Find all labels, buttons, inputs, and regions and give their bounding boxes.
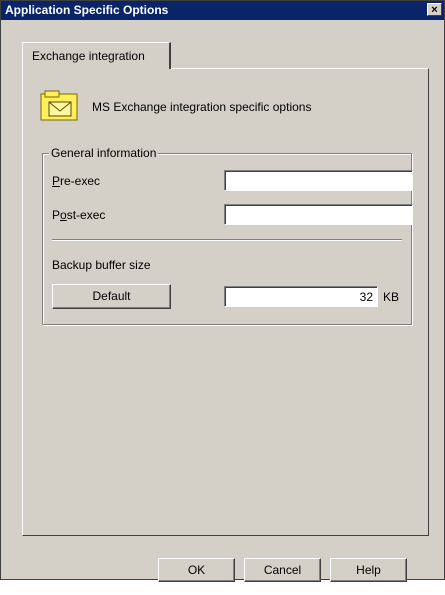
- post-exec-label: Post-exec: [52, 208, 105, 222]
- post-exec-input[interactable]: [224, 204, 413, 225]
- default-button[interactable]: Default: [52, 284, 171, 309]
- group-legend: General information: [49, 146, 159, 160]
- help-button[interactable]: Help: [330, 558, 407, 582]
- tab-label: Exchange integration: [32, 49, 145, 63]
- group-separator: [52, 239, 402, 241]
- buffer-size-unit: KB: [383, 290, 400, 304]
- header-text: MS Exchange integration specific options: [92, 100, 312, 114]
- buffer-size-input[interactable]: [224, 286, 378, 307]
- post-exec-label-first: P: [52, 208, 61, 222]
- envelope-folder-icon: [40, 90, 78, 121]
- pre-exec-label-rest: re-exec: [60, 174, 101, 188]
- tab-exchange-integration[interactable]: Exchange integration: [22, 42, 171, 69]
- window-title: Application Specific Options: [5, 3, 169, 17]
- buffer-size-label: Backup buffer size: [52, 258, 151, 272]
- post-exec-accel: o: [60, 208, 67, 222]
- pre-exec-accel: P: [52, 174, 61, 188]
- pre-exec-input[interactable]: [224, 170, 413, 191]
- ok-button[interactable]: OK: [158, 558, 235, 582]
- close-button[interactable]: ×: [427, 3, 442, 16]
- post-exec-label-rest: st-exec: [66, 208, 106, 222]
- pre-exec-label: Pre-exec: [52, 174, 100, 188]
- title-bar[interactable]: Application Specific Options ×: [1, 1, 444, 20]
- cancel-button[interactable]: Cancel: [244, 558, 321, 582]
